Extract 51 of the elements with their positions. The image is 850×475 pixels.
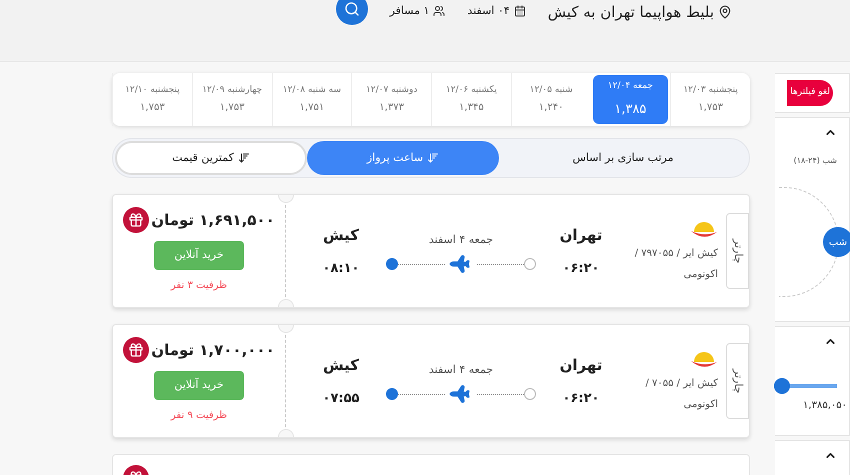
departure-time: ۰۶:۲۰ (562, 260, 600, 278)
airline-name: کیش ایر / ۷۰۵۵ / (645, 377, 718, 391)
buy-online-button[interactable]: خرید آنلاین (154, 371, 244, 400)
cabin-class: اکونومی (684, 398, 718, 412)
date-tab[interactable]: پنجشنبه ۱۲/۱۰ ۱,۷۵۳ (112, 73, 192, 126)
flight-date: جمعه ۴ اسفند (428, 362, 494, 378)
date-tab[interactable]: دوشنبه ۱۲/۰۷ ۱,۳۷۳ (351, 73, 431, 126)
calendar-icon (514, 5, 526, 18)
date-tab[interactable]: چهارشنبه ۱۲/۰۹ ۱,۷۵۳ (192, 73, 272, 126)
buy-online-button[interactable]: خرید آنلاین (154, 241, 244, 270)
seat-capacity: ظرفیت ۹ نفر (170, 409, 228, 423)
location-icon (718, 5, 732, 20)
cabin-class: اکونومی (684, 268, 718, 282)
sort-label: مرتب سازی بر اساس (572, 150, 674, 166)
origin-city: تهران (560, 225, 602, 246)
clear-filters-button[interactable]: لغو فیلترها (787, 80, 833, 106)
passenger-count: ۱ مسافر (390, 3, 430, 19)
gift-icon (123, 337, 150, 363)
night-option[interactable]: شب (823, 227, 850, 257)
flight-date: جمعه ۴ اسفند (428, 232, 494, 248)
origin-city: تهران (560, 355, 602, 376)
min-price: ۱,۳۸۵,۰۵۰ (803, 399, 847, 413)
travel-date: ۰۴ اسفند (467, 3, 510, 19)
price-slider[interactable] (774, 378, 837, 394)
date-tab[interactable]: یکشنبه ۱۲/۰۶ ۱,۳۴۵ (431, 73, 511, 126)
charter-tag: چارتر (726, 343, 749, 419)
search-icon (344, 1, 360, 17)
destination-city: کیش (322, 225, 360, 246)
arrival-time: ۰۷:۵۵ (322, 390, 360, 408)
sort-icon (238, 152, 250, 164)
arrival-time: ۰۸:۱۰ (322, 260, 360, 278)
destination-city: کیش (322, 355, 360, 376)
route-title: بلیط هواپیما تهران به کیش (548, 2, 714, 23)
ticket-price: ۱,۷۰۰,۰۰۰ تومان (151, 340, 275, 361)
charter-tag: چارتر (726, 213, 749, 289)
passengers-icon (433, 5, 446, 18)
date-tab[interactable]: جمعه ۱۲/۰۴ ۱,۳۸۵ (592, 75, 668, 124)
departure-time: ۰۶:۲۰ (562, 390, 600, 408)
sort-option[interactable]: ساعت پرواز (307, 141, 499, 175)
sort-option[interactable]: کمترین قیمت (115, 141, 307, 175)
date-tab[interactable]: پنجشنبه ۱۲/۰۳ ۱,۷۵۳ (670, 73, 750, 126)
date-tab[interactable]: سه شنبه ۱۲/۰۸ ۱,۷۵۱ (272, 73, 352, 126)
slider-thumb[interactable] (774, 378, 790, 394)
airline-name: کیش ایر / ۷۹۷۰۵۵ / (634, 247, 718, 261)
time-range-label: شب (۲۴-۱۸) (794, 155, 837, 167)
search-button[interactable] (336, 0, 368, 25)
ticket-price: ۱,۶۹۱,۵۰۰ تومان (151, 210, 275, 231)
seat-capacity: ظرفیت ۳ نفر (170, 279, 228, 293)
gift-icon (123, 207, 150, 233)
date-tab[interactable]: شنبه ۱۲/۰۵ ۱,۲۴۰ (510, 73, 590, 126)
sort-icon (427, 152, 440, 164)
